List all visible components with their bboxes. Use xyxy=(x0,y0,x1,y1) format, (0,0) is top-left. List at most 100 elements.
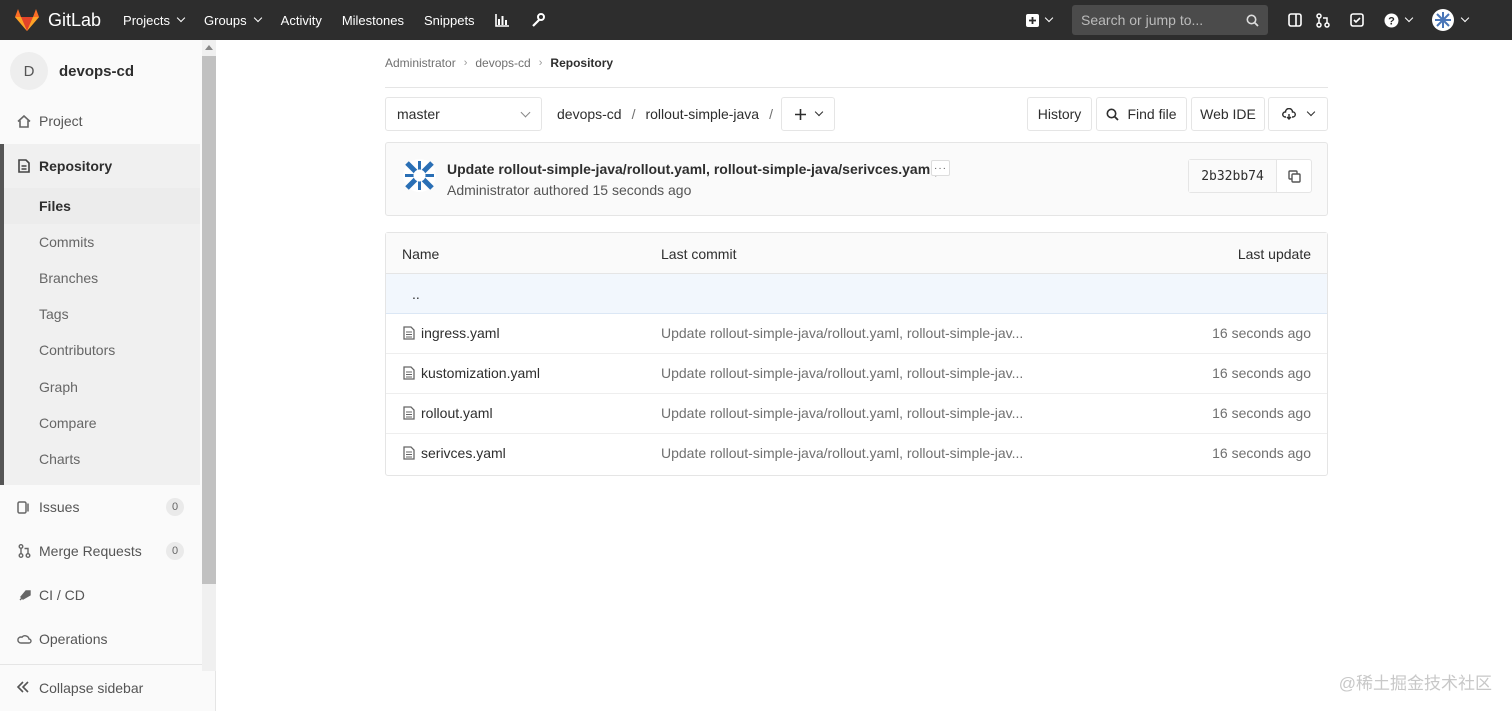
sidebar-subitem-branches[interactable]: Branches xyxy=(0,260,200,296)
chevron-down-icon xyxy=(814,107,823,117)
sidebar-toggle-icon[interactable] xyxy=(1288,13,1302,27)
download-dropdown[interactable] xyxy=(1268,97,1328,131)
path-folder-link[interactable]: rollout-simple-java xyxy=(645,106,759,122)
file-name-cell[interactable]: ingress.yaml xyxy=(403,325,500,341)
chevron-down-icon xyxy=(1044,13,1054,23)
search-input[interactable]: Search or jump to... xyxy=(1072,5,1268,35)
svg-text:?: ? xyxy=(1388,15,1395,27)
gitlab-logo[interactable]: GitLab xyxy=(14,8,101,32)
file-name[interactable]: serivces.yaml xyxy=(421,445,506,461)
chevron-down-icon xyxy=(520,107,531,117)
file-tree-table: Name Last commit Last update .. ingress.… xyxy=(385,232,1328,476)
project-name: devops-cd xyxy=(59,62,135,80)
copy-sha-button[interactable] xyxy=(1277,160,1311,192)
file-last-update: 16 seconds ago xyxy=(1212,365,1311,381)
file-last-commit[interactable]: Update rollout-simple-java/rollout.yaml,… xyxy=(661,325,1023,341)
nav-groups[interactable]: Groups xyxy=(204,13,262,28)
sidebar-subitem-commits[interactable]: Commits xyxy=(0,224,200,260)
file-name[interactable]: rollout.yaml xyxy=(421,405,493,421)
file-name[interactable]: kustomization.yaml xyxy=(421,365,540,381)
sidebar-item-issues[interactable]: Issues 0 xyxy=(0,485,200,529)
sidebar-scrollbar-thumb[interactable] xyxy=(202,56,216,584)
sidebar-subitem-charts[interactable]: Charts xyxy=(0,441,200,477)
commit-sha-link[interactable]: 2b32bb74 xyxy=(1189,160,1277,192)
chevron-down-icon xyxy=(1306,107,1316,117)
path-separator: / xyxy=(769,106,773,122)
add-to-tree-dropdown[interactable] xyxy=(781,97,835,131)
nav-milestones[interactable]: Milestones xyxy=(342,13,404,28)
breadcrumb: Administrator › devops-cd › Repository xyxy=(385,56,613,70)
merge-request-icon xyxy=(16,544,32,558)
sidebar-subitem-tags[interactable]: Tags xyxy=(0,296,200,332)
sidebar-subitem-contributors[interactable]: Contributors xyxy=(0,332,200,368)
wrench-icon[interactable] xyxy=(531,13,545,27)
find-file-button[interactable]: Find file xyxy=(1096,97,1187,131)
sidebar-item-label: Merge Requests xyxy=(39,543,142,559)
sidebar-subitem-files[interactable]: Files xyxy=(4,188,200,224)
scroll-up-arrow-icon[interactable] xyxy=(205,45,213,50)
sidebar-subitem-label: Contributors xyxy=(39,342,116,358)
file-last-commit[interactable]: Update rollout-simple-java/rollout.yaml,… xyxy=(661,365,1023,381)
file-name[interactable]: ingress.yaml xyxy=(421,325,500,341)
collapse-sidebar-label: Collapse sidebar xyxy=(39,680,144,696)
nav-projects[interactable]: Projects xyxy=(123,13,186,28)
file-last-commit[interactable]: Update rollout-simple-java/rollout.yaml,… xyxy=(661,405,1023,421)
sidebar-item-operations[interactable]: Operations xyxy=(0,617,200,661)
web-ide-button[interactable]: Web IDE xyxy=(1191,97,1265,131)
nav-snippets[interactable]: Snippets xyxy=(424,13,475,28)
user-menu[interactable] xyxy=(1432,9,1470,31)
table-row[interactable]: kustomization.yaml Update rollout-simple… xyxy=(386,354,1327,394)
plus-square-icon xyxy=(1026,13,1039,27)
breadcrumb-item-current[interactable]: Repository xyxy=(550,56,613,70)
help-icon: ? xyxy=(1384,13,1399,27)
sidebar-item-repository[interactable]: Repository xyxy=(0,144,200,188)
table-row[interactable]: rollout.yaml Update rollout-simple-java/… xyxy=(386,394,1327,434)
gitlab-tanuki-icon xyxy=(15,9,39,31)
sidebar-item-cicd[interactable]: CI / CD xyxy=(0,573,200,617)
parent-directory-row[interactable]: .. xyxy=(386,274,1327,314)
todo-check-icon[interactable] xyxy=(1350,13,1364,27)
sidebar-subitem-label: Tags xyxy=(39,306,69,322)
brand-name: GitLab xyxy=(48,9,102,30)
chevron-right-icon: › xyxy=(538,57,543,69)
commit-title-link[interactable]: Update rollout-simple-java/rollout.yaml,… xyxy=(447,161,950,177)
table-row[interactable]: ingress.yaml Update rollout-simple-java/… xyxy=(386,314,1327,354)
watermark: @稀土掘金技术社区 xyxy=(1338,674,1492,693)
merge-request-icon[interactable] xyxy=(1316,12,1330,28)
document-icon xyxy=(16,159,32,173)
new-item-dropdown[interactable] xyxy=(1026,13,1054,27)
commit-sha-group: 2b32bb74 xyxy=(1188,159,1312,193)
file-name-cell[interactable]: kustomization.yaml xyxy=(403,365,540,381)
breadcrumb-item-project[interactable]: devops-cd xyxy=(475,56,530,70)
expand-commit-message-button[interactable]: ··· xyxy=(931,160,950,176)
history-label: History xyxy=(1037,106,1082,122)
parent-directory-link[interactable]: .. xyxy=(412,286,420,302)
author-avatar[interactable] xyxy=(403,159,436,192)
branch-selector[interactable]: master xyxy=(385,97,542,131)
sidebar-item-merge-requests[interactable]: Merge Requests 0 xyxy=(0,529,200,573)
chart-icon[interactable] xyxy=(494,13,509,27)
sidebar-project-header[interactable]: D devops-cd xyxy=(10,52,134,90)
search-icon xyxy=(1246,14,1259,27)
sidebar-subitem-label: Commits xyxy=(39,234,95,250)
file-last-commit[interactable]: Update rollout-simple-java/rollout.yaml,… xyxy=(661,445,1023,461)
copy-icon xyxy=(1287,169,1301,183)
collapse-sidebar-button[interactable]: Collapse sidebar xyxy=(0,664,202,711)
table-row[interactable]: serivces.yaml Update rollout-simple-java… xyxy=(386,434,1327,474)
history-button[interactable]: History xyxy=(1027,97,1092,131)
file-name-cell[interactable]: rollout.yaml xyxy=(403,405,493,421)
sidebar-item-label: CI / CD xyxy=(39,587,85,603)
sidebar-subitem-graph[interactable]: Graph xyxy=(0,369,200,405)
breadcrumb-item-admin[interactable]: Administrator xyxy=(385,56,456,70)
nav-activity[interactable]: Activity xyxy=(281,13,322,28)
repo-path-breadcrumb: devops-cd / rollout-simple-java / xyxy=(557,106,773,122)
sidebar-subitem-compare[interactable]: Compare xyxy=(0,405,200,441)
sidebar-subitem-label: Branches xyxy=(39,270,99,286)
path-root-link[interactable]: devops-cd xyxy=(557,106,622,122)
issues-count-badge: 0 xyxy=(166,498,184,516)
user-avatar xyxy=(1432,9,1454,31)
help-dropdown[interactable]: ? xyxy=(1384,13,1414,28)
plus-icon xyxy=(794,108,806,120)
file-name-cell[interactable]: serivces.yaml xyxy=(403,445,506,461)
sidebar-item-project[interactable]: Project xyxy=(0,99,200,143)
